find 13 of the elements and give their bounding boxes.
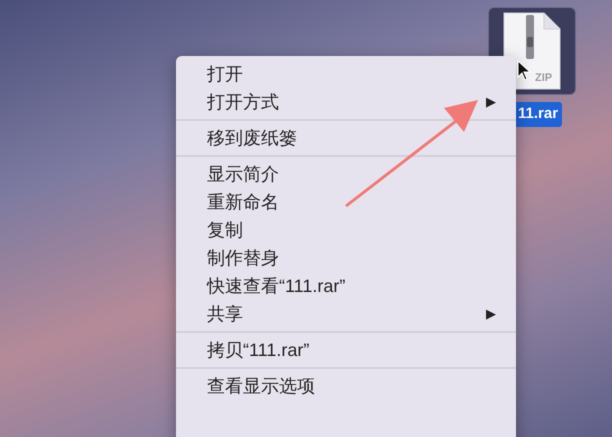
menu-item[interactable]: 重新命名 [176,188,516,216]
submenu-arrow: ▶ [486,305,496,324]
menu-item[interactable]: 显示简介 [176,160,516,188]
mouse-cursor-icon [517,60,531,82]
file-type-label: ZIP [535,71,552,86]
menu-item[interactable]: 制作替身 [176,244,516,272]
menu-item[interactable]: 移到废纸篓 [176,124,516,152]
menu-item[interactable]: 拷贝“111.rar” [176,336,516,364]
menu-item[interactable]: 共享 ▶ [176,300,516,328]
menu-item[interactable]: 快速查看“111.rar” [176,272,516,300]
submenu-arrow: ▶ [486,93,496,112]
menu-item[interactable]: 查看显示选项 [176,372,516,400]
menu-item[interactable]: 复制 [176,216,516,244]
